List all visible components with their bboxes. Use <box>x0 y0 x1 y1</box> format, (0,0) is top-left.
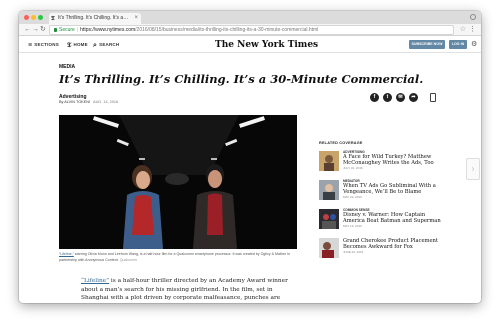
body-text: is a half-hour thriller directed by an A… <box>81 278 288 302</box>
minimize-window-button[interactable] <box>31 15 36 20</box>
search-button[interactable]: ⌕ SEARCH <box>93 41 119 50</box>
related-title[interactable]: When TV Ads Go Subliminal With a Vengean… <box>343 183 443 195</box>
related-thumbnail-art <box>319 209 339 229</box>
home-label: HOME <box>73 42 88 47</box>
related-date: JUNE 23, 2016 <box>343 250 364 254</box>
related-date: MAY 19, 2016 <box>343 224 362 228</box>
maximize-window-button[interactable] <box>38 15 43 20</box>
search-icon: ⌕ <box>93 42 98 49</box>
back-arrow-icon[interactable]: ← <box>24 25 31 35</box>
related-thumbnail-art <box>319 180 339 200</box>
lock-icon <box>54 28 57 32</box>
sections-label: SECTIONS <box>34 42 59 47</box>
related-thumbnail <box>319 151 339 171</box>
tab-bar: 𝕿 It’s Thrilling. It’s Chilling. It’s a…… <box>19 11 481 24</box>
related-thumbnail-art <box>319 151 339 171</box>
nyt-favicon-icon: 𝕿 <box>51 15 55 22</box>
related-item[interactable]: Grand Cherokee Product Placement Becomes… <box>319 237 439 261</box>
related-title[interactable]: A Face for Wild Turkey? Matthew McConaug… <box>343 154 443 166</box>
byline-author: By ALVIN TOKENI <box>59 100 91 104</box>
site-header: ≡ SECTIONS 𝕿 HOME ⌕ SEARCH The New York Tim… <box>19 37 481 53</box>
byline: By ALVIN TOKENI AUG. 14, 2016 <box>59 100 118 104</box>
body-link[interactable]: “Lifeline” <box>81 278 109 284</box>
related-coverage-title: RELATED COVERAGE <box>319 141 363 145</box>
related-title[interactable]: Grand Cherokee Product Placement Becomes… <box>343 238 443 250</box>
gear-icon[interactable]: ⚙ <box>471 40 477 49</box>
login-button[interactable]: LOG IN <box>449 40 467 49</box>
address-bar: ← → ↻ Secure | https://www.nytimes.com/201… <box>19 24 481 36</box>
tab-title: It’s Thrilling. It’s Chilling. It’s a… <box>58 15 129 21</box>
bookmark-save-icon[interactable] <box>430 93 436 102</box>
profile-icon[interactable] <box>470 14 476 20</box>
url-field[interactable]: Secure | https://www.nytimes.com/2016/08/1… <box>49 25 454 35</box>
email-share-icon[interactable]: ✉ <box>396 93 405 102</box>
browser-menu-icon[interactable]: ⋮ <box>469 25 476 35</box>
related-title[interactable]: Disney v. Warner: How Captain America Be… <box>343 212 443 224</box>
facebook-share-icon[interactable]: f <box>370 93 379 102</box>
related-item[interactable]: ADVERTISING A Face for Wild Turkey? Matt… <box>319 150 439 174</box>
hero-scene-illustration <box>59 115 297 249</box>
related-thumbnail-art <box>319 238 339 258</box>
more-share-icon[interactable]: ➦ <box>409 93 418 102</box>
hamburger-icon: ≡ <box>28 42 33 49</box>
next-article-arrow-icon[interactable]: › <box>466 158 480 180</box>
hero-caption: “Lifeline,” starring Olivia Munn and Lee… <box>59 252 297 263</box>
browser-tab[interactable]: 𝕿 It’s Thrilling. It’s Chilling. It’s a…… <box>49 13 141 24</box>
browser-window: 𝕿 It’s Thrilling. It’s Chilling. It’s a…… <box>19 11 481 303</box>
caption-text: starring Olivia Munn and Leehom Wang, is… <box>59 252 290 262</box>
forward-arrow-icon[interactable]: → <box>32 25 39 35</box>
home-button[interactable]: 𝕿 HOME <box>67 41 88 49</box>
url-path: /2016/08/15/business/media/its-thrilling… <box>135 27 319 33</box>
tab-close-icon[interactable]: × <box>134 13 138 24</box>
twitter-share-icon[interactable]: t <box>383 93 392 102</box>
article-headline: It’s Thrilling. It’s Chilling. It’s a 30… <box>59 72 424 86</box>
related-thumbnail <box>319 209 339 229</box>
caption-credit: Qualcomm <box>119 257 138 262</box>
nyt-logo[interactable]: The New York Times <box>215 39 318 51</box>
related-item[interactable]: MEDIATOR When TV Ads Go Subliminal With … <box>319 179 439 203</box>
subscribe-button[interactable]: SUBSCRIBE NOW <box>409 40 445 49</box>
related-thumbnail <box>319 238 339 258</box>
caption-link[interactable]: “Lifeline,” <box>59 252 74 256</box>
related-item[interactable]: COMMON SENSE Disney v. Warner: How Capta… <box>319 208 441 232</box>
related-date: MAY 22, 2016 <box>343 195 362 199</box>
related-thumbnail <box>319 180 339 200</box>
home-logo-icon: 𝕿 <box>67 40 72 49</box>
close-window-button[interactable] <box>24 15 29 20</box>
section-label[interactable]: MEDIA <box>59 64 75 70</box>
url-separator: | <box>76 27 79 33</box>
byline-date: AUG. 14, 2016 <box>93 100 119 104</box>
related-date: JULY 31, 2016 <box>343 166 363 170</box>
secure-label: Secure <box>59 27 75 33</box>
hero-video-image[interactable] <box>59 115 297 249</box>
sections-button[interactable]: ≡ SECTIONS <box>28 41 59 50</box>
bookmark-star-icon[interactable]: ☆ <box>460 25 466 35</box>
url-base: https://www.nytimes.com <box>80 27 136 33</box>
reload-icon[interactable]: ↻ <box>40 25 46 35</box>
article-body: “Lifeline” is a half-hour thriller direc… <box>81 277 301 303</box>
search-label: SEARCH <box>99 42 120 47</box>
